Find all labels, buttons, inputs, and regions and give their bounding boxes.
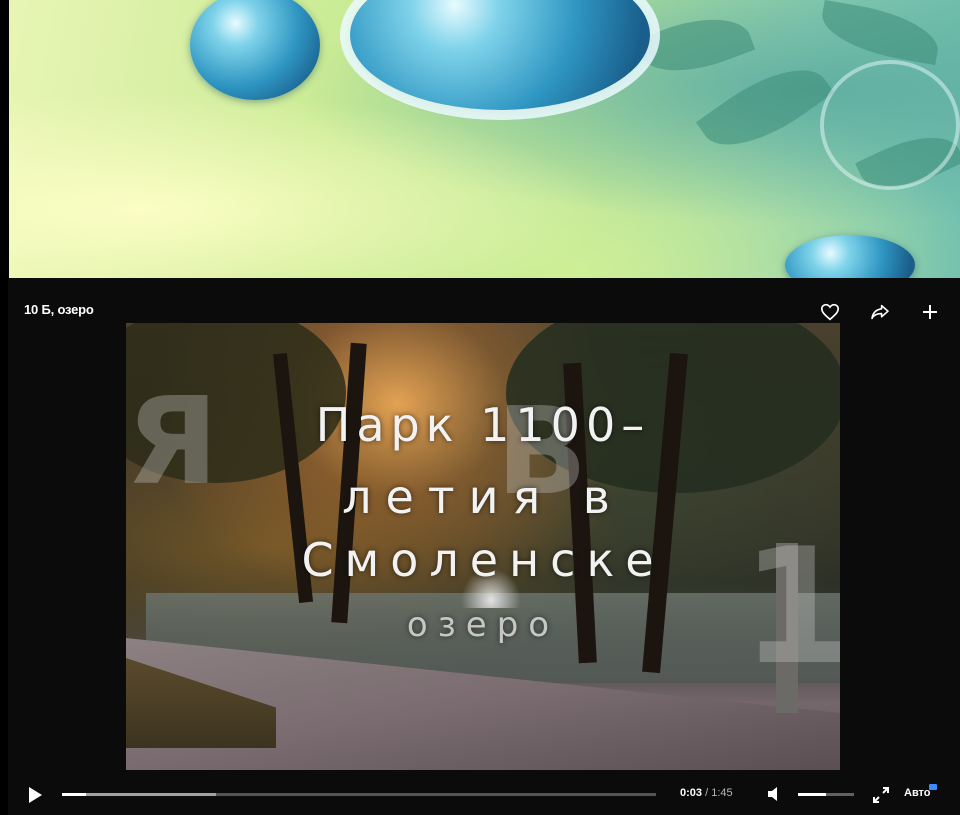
fullscreen-button[interactable] [872,786,890,804]
video-title[interactable]: 10 Б, озеро [24,302,94,317]
video-caption-line: Смоленске [301,533,665,587]
video-frame[interactable]: Я В 1 Парк 1100– летия в Смоленске озеро [126,323,840,770]
water-drop-rim [340,0,660,120]
video-caption-line: озеро [406,605,560,645]
played-fill [62,793,86,796]
heart-icon [820,303,840,321]
quality-label: Авто [904,787,931,799]
volume-slider[interactable] [798,793,854,796]
volume-button[interactable] [766,786,784,802]
plus-icon [923,305,937,319]
water-drop-rim [820,60,960,190]
time-separator: / [705,787,709,799]
time-display: 0:03 / 1:45 [680,787,733,799]
volume-fill [798,793,826,796]
play-icon [29,787,42,803]
video-caption-line: Парк 1100– [315,398,651,452]
current-time: 0:03 [680,787,703,799]
leaf-decoration [695,47,835,168]
background-artwork [0,0,960,300]
speaker-icon [768,787,777,801]
video-caption-line: летия в [342,470,624,524]
share-button[interactable] [860,296,900,328]
duration: 1:45 [711,787,733,799]
progress-bar[interactable] [62,793,656,796]
water-drop [190,0,320,100]
player-controls: 0:03 / 1:45 Авто [8,778,960,815]
leaf-decoration [817,0,943,66]
share-icon [871,304,889,320]
play-button[interactable] [24,784,46,806]
expand-icon [873,787,889,803]
hd-badge [928,784,937,790]
quality-selector[interactable]: Авто [904,784,937,799]
add-button[interactable] [910,296,950,328]
video-player[interactable]: 10 Б, озеро Я В 1 Парк 1100– летия в Смо… [8,278,960,815]
